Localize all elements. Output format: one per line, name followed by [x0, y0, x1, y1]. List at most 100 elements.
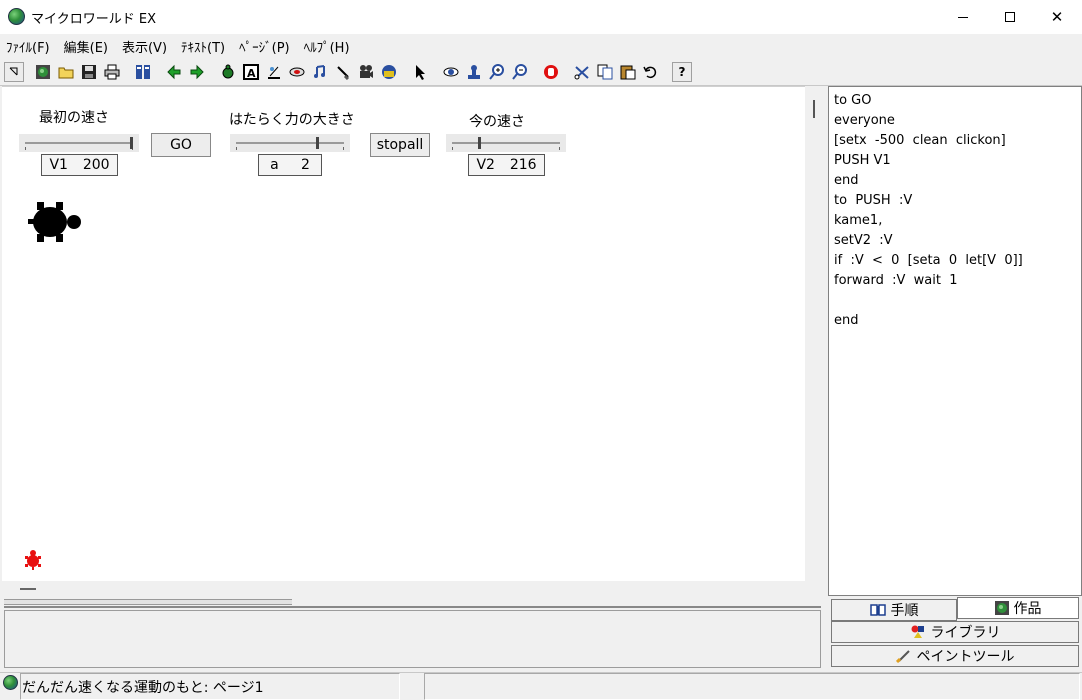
- horizontal-scrollbar[interactable]: [4, 599, 292, 605]
- procedure-line: everyone: [834, 113, 895, 128]
- slider-tool-icon[interactable]: [264, 62, 284, 82]
- slider-a[interactable]: [230, 134, 350, 152]
- slider-a-thumb[interactable]: [316, 137, 319, 149]
- tab-paint-tools-label: ペイントツール: [916, 649, 1015, 665]
- go-button[interactable]: GO: [151, 133, 211, 157]
- slider-v1-thumb[interactable]: [129, 137, 133, 149]
- menu-view[interactable]: 表示(V): [122, 37, 167, 56]
- tab-library[interactable]: ライブラリ: [831, 621, 1079, 643]
- video-icon[interactable]: [356, 62, 376, 82]
- menu-file[interactable]: ﾌｧｲﾙ(F): [6, 37, 50, 56]
- stamp-icon[interactable]: [464, 62, 484, 82]
- slider1-label: 最初の速さ: [39, 110, 109, 126]
- tab-project[interactable]: 作品: [957, 597, 1079, 619]
- tab-procedures-label: 手順: [890, 603, 919, 619]
- procedure-line: [setx -500 clean clickon]: [834, 133, 1006, 148]
- menu-edit[interactable]: 編集(E): [64, 37, 108, 56]
- minimize-icon: [958, 16, 968, 18]
- slider3-label: 今の速さ: [469, 114, 525, 130]
- open-folder-icon[interactable]: [56, 62, 76, 82]
- close-icon: ✕: [1050, 8, 1064, 26]
- text-box-icon[interactable]: A: [241, 62, 261, 82]
- arrow-left-icon[interactable]: [164, 62, 184, 82]
- maximize-button[interactable]: [987, 0, 1033, 34]
- slider-v1[interactable]: [19, 134, 139, 152]
- select-arrow-icon[interactable]: [410, 62, 430, 82]
- slider-v2-thumb[interactable]: [478, 137, 481, 149]
- status-bar: だんだん速くなる運動のもと: ページ1: [0, 672, 1082, 700]
- scissors-icon[interactable]: [572, 62, 592, 82]
- canvas-scroll-thumb[interactable]: [813, 100, 815, 118]
- slider-a-number: 2: [300, 157, 310, 173]
- toolbar: A ?: [0, 58, 1082, 86]
- eye-icon[interactable]: [441, 62, 461, 82]
- slider-v2-name: V2: [476, 157, 495, 173]
- status-globe-icon: [3, 675, 18, 690]
- pages-icon[interactable]: [133, 62, 153, 82]
- paint-brush-icon: [895, 650, 910, 663]
- globe-icon[interactable]: [33, 62, 53, 82]
- slider-v2-value: V2 216: [468, 154, 545, 176]
- new-turtle-icon[interactable]: [218, 62, 238, 82]
- stop-icon[interactable]: [541, 62, 561, 82]
- paint-brush-icon[interactable]: [333, 62, 353, 82]
- command-center[interactable]: [4, 610, 821, 668]
- button-tool-icon[interactable]: [287, 62, 307, 82]
- music-icon[interactable]: [310, 62, 330, 82]
- procedure-line: setV2 :V: [834, 233, 893, 248]
- canvas-vertical-scrollbar[interactable]: [808, 86, 826, 581]
- menu-page[interactable]: ﾍﾟｰｼﾞ(P): [239, 37, 289, 56]
- arrow-right-icon[interactable]: [187, 62, 207, 82]
- status-pane-empty: [424, 673, 1080, 700]
- page-canvas[interactable]: 最初の速さ V1 200 GO はたらく力の大きさ a 2 stopall 今の…: [2, 86, 805, 581]
- save-icon[interactable]: [79, 62, 99, 82]
- close-button[interactable]: ✕: [1034, 0, 1080, 34]
- procedure-line: end: [834, 313, 859, 328]
- tab-library-label: ライブラリ: [930, 625, 1001, 641]
- menu-help[interactable]: ﾍﾙﾌﾟ(H): [304, 37, 350, 56]
- book-icon: [869, 604, 886, 616]
- slider-v2[interactable]: [446, 134, 566, 152]
- zoom-out-icon[interactable]: [510, 62, 530, 82]
- undo-icon[interactable]: [641, 62, 661, 82]
- procedure-line: to PUSH :V: [834, 193, 913, 208]
- procedures-text[interactable]: to GO everyone [setx -500 clean clickon] PU…: [831, 89, 1079, 594]
- menu-bar: ﾌｧｲﾙ(F) 編集(E) 表示(V) ﾃｷｽﾄ(T) ﾍﾟｰｼﾞ(P) ﾍﾙﾌ…: [0, 34, 1082, 58]
- slider-v2-number: 216: [509, 157, 537, 173]
- app-globe-icon: [8, 8, 25, 25]
- procedure-line: to GO: [834, 93, 872, 108]
- procedure-line: end: [834, 173, 859, 188]
- slider-v1-number: 200: [82, 157, 110, 173]
- record-icon[interactable]: [379, 62, 399, 82]
- turtle-small[interactable]: [24, 549, 42, 571]
- procedure-line: kame1,: [834, 213, 883, 228]
- status-text: だんだん速くなる運動のもと: ページ1: [22, 680, 264, 696]
- title-bar: [0, 0, 1082, 34]
- pointer-back-icon[interactable]: [4, 62, 24, 82]
- slider2-label: はたらく力の大きさ: [229, 112, 355, 128]
- copy-icon[interactable]: [595, 62, 615, 82]
- tab-paint-tools[interactable]: ペイントツール: [831, 645, 1079, 667]
- procedure-line: [834, 291, 1079, 311]
- slider-a-value: a 2: [258, 154, 322, 176]
- help-icon[interactable]: ?: [672, 62, 692, 82]
- shapes-icon: [911, 625, 924, 638]
- tab-project-label: 作品: [1013, 601, 1042, 617]
- maximize-icon: [1005, 12, 1015, 22]
- horizontal-splitter[interactable]: [2, 581, 805, 609]
- zoom-in-icon[interactable]: [487, 62, 507, 82]
- window-title: マイクロワールド EX: [31, 12, 156, 27]
- procedure-line: PUSH V1: [834, 153, 891, 168]
- stopall-button[interactable]: stopall: [370, 133, 430, 157]
- tab-procedures[interactable]: 手順: [831, 599, 957, 621]
- turtle-kame1[interactable]: [24, 197, 84, 247]
- slider-v1-value: V1 200: [41, 154, 118, 176]
- menu-text[interactable]: ﾃｷｽﾄ(T): [181, 37, 225, 56]
- slider-v1-name: V1: [49, 157, 68, 173]
- minimize-button[interactable]: [940, 0, 986, 34]
- splitter-grip[interactable]: [20, 588, 36, 590]
- print-icon[interactable]: [102, 62, 122, 82]
- paste-icon[interactable]: [618, 62, 638, 82]
- slider-a-name: a: [270, 157, 279, 173]
- procedure-line: forward :V wait 1: [834, 273, 958, 288]
